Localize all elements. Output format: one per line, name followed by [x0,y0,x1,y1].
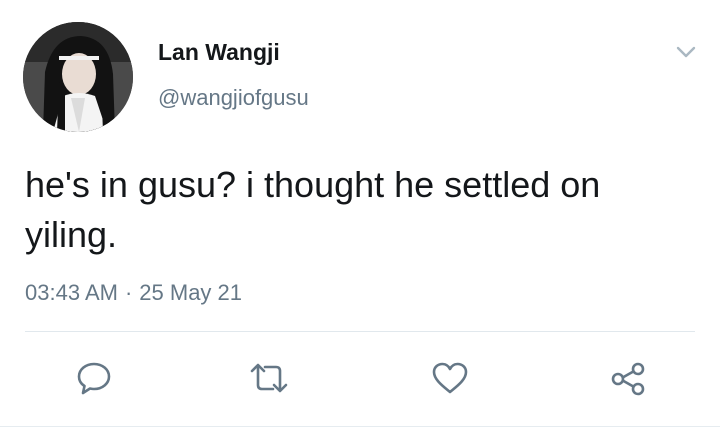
divider [25,331,695,332]
tweet-time: 03:43 AM [25,280,118,305]
avatar[interactable] [23,22,133,132]
heart-icon [432,362,468,394]
retweet-icon [250,363,288,393]
share-icon [611,362,645,396]
tweet-date: 25 May 21 [139,280,243,305]
profile-photo [23,22,133,132]
meta-separator: · [124,280,133,305]
tweet-text: he's in gusu? i thought he settled on yi… [25,164,601,255]
retweet-button[interactable] [247,356,291,400]
bottom-divider [0,426,720,427]
display-name[interactable]: Lan Wangji [158,38,280,66]
reply-icon [77,362,111,395]
user-handle[interactable]: @wangjiofgusu [158,84,309,112]
share-button[interactable] [606,356,650,400]
action-bar [0,356,720,400]
chevron-down-icon[interactable] [672,40,700,62]
reply-button[interactable] [72,356,116,400]
like-button[interactable] [428,356,472,400]
tweet-timestamp[interactable]: 03:43 AM · 25 May 21 [25,278,242,308]
